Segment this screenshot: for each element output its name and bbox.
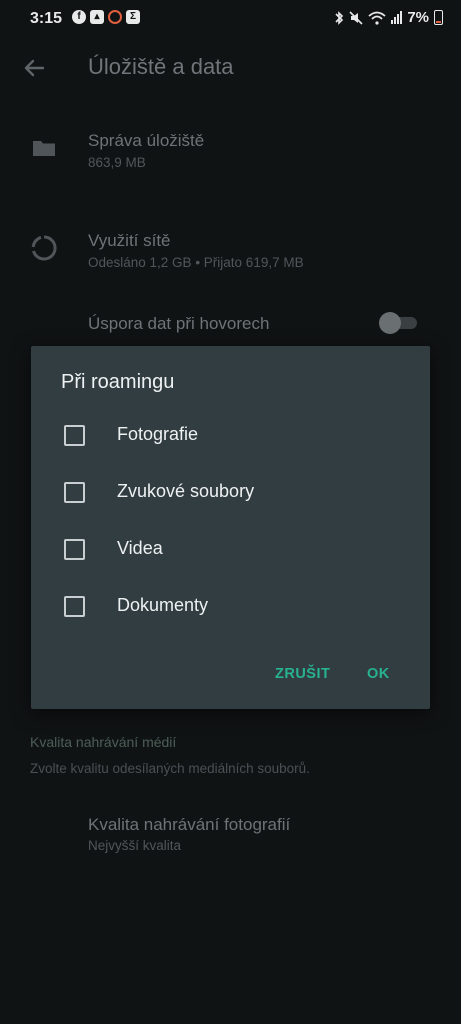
status-time: 3:15: [30, 10, 63, 27]
wifi-icon: [368, 11, 386, 25]
status-right: 7%: [334, 9, 443, 26]
app-bar: Úložiště a data: [0, 38, 461, 98]
network-usage-title: Využití sítě: [88, 231, 171, 250]
videos-label: Videa: [117, 538, 163, 558]
battery-icon: [434, 10, 443, 25]
network-usage-row[interactable]: Využití sítě Odesláno 1,2 GB • Přijato 6…: [0, 218, 461, 298]
status-bar: 3:15 f ▴ Σ 7%: [0, 0, 461, 38]
photos-checkbox[interactable]: [64, 425, 85, 446]
cancel-button[interactable]: ZRUŠIT: [269, 662, 336, 686]
bluetooth-icon: [335, 10, 344, 25]
photo-upload-quality-row[interactable]: Kvalita nahrávání fotografií Nejvyšší kv…: [0, 805, 461, 865]
audio-label: Zvukové soubory: [117, 481, 255, 501]
ok-button[interactable]: OK: [361, 662, 396, 686]
screen: 3:15 f ▴ Σ 7% Úložiště a data Správa úlo…: [0, 0, 461, 1024]
signal-icon: [391, 11, 403, 24]
opera-icon: [108, 10, 122, 24]
photo-upload-quality-title: Kvalita nahrávání fotografií: [88, 815, 291, 834]
photo-upload-quality-value: Nejvyšší kvalita: [88, 838, 182, 853]
data-usage-icon: [31, 235, 57, 261]
dialog-title: Při roamingu: [61, 371, 175, 393]
documents-label: Dokumenty: [117, 595, 209, 615]
storage-management-title: Správa úložiště: [88, 131, 205, 150]
call-data-saver-title: Úspora dat při hovorech: [88, 314, 270, 333]
media-quality-section-subtitle: Zvolte kvalitu odesílaných mediálních so…: [30, 761, 310, 776]
mute-icon: [349, 10, 363, 25]
option-documents[interactable]: Dokumenty: [31, 584, 430, 630]
page-title: Úložiště a data: [88, 54, 234, 79]
back-arrow-icon[interactable]: [18, 52, 50, 84]
option-videos[interactable]: Videa: [31, 527, 430, 573]
network-usage-detail: Odesláno 1,2 GB • Přijato 619,7 MB: [88, 255, 304, 270]
audio-checkbox[interactable]: [64, 482, 85, 503]
toggle-thumb: [379, 312, 401, 334]
gallery-icon: ▴: [90, 10, 104, 24]
storage-management-row[interactable]: Správa úložiště 863,9 MB: [0, 120, 461, 200]
call-data-saver-toggle[interactable]: [379, 312, 417, 334]
facebook-icon: f: [72, 10, 86, 24]
notification-icons: f ▴ Σ: [72, 10, 140, 24]
storage-management-size: 863,9 MB: [88, 155, 146, 170]
photos-label: Fotografie: [117, 424, 199, 444]
sigma-icon: Σ: [126, 10, 140, 24]
documents-checkbox[interactable]: [64, 596, 85, 617]
battery-percent: 7%: [407, 9, 429, 26]
option-photos[interactable]: Fotografie: [31, 413, 430, 459]
videos-checkbox[interactable]: [64, 539, 85, 560]
option-audio[interactable]: Zvukové soubory: [31, 470, 430, 516]
roaming-dialog: Při roamingu Fotografie Zvukové soubory …: [31, 346, 430, 709]
media-quality-section-title: Kvalita nahrávání médií: [30, 734, 177, 750]
folder-icon: [33, 141, 55, 156]
